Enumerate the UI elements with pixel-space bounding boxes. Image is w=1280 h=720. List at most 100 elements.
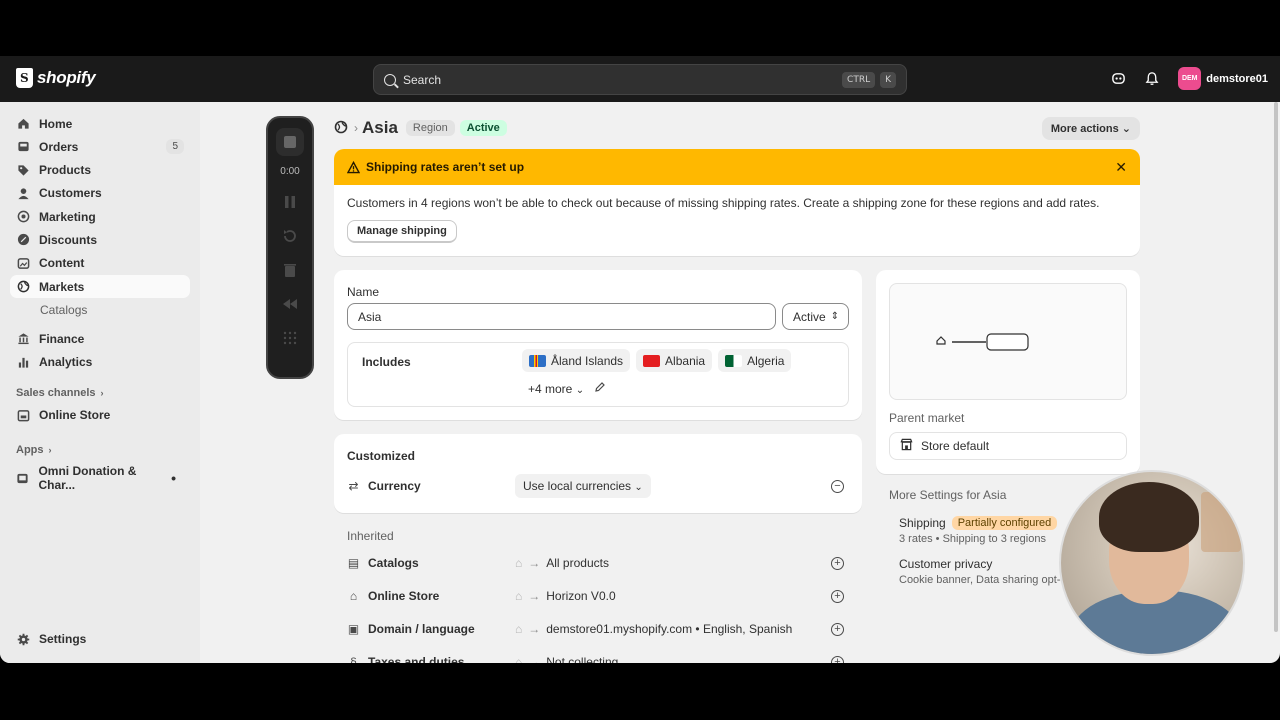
sidebar-item-customers[interactable]: Customers [10, 182, 190, 205]
sidebar-item-home[interactable]: Home [10, 112, 190, 135]
breadcrumb-chevron-icon: › [354, 121, 358, 135]
sidebar-item-label: Online Store [39, 408, 111, 423]
page-title: Asia [362, 118, 398, 137]
account-menu[interactable]: DEM demstore01 [1178, 67, 1268, 90]
bell-icon[interactable] [1144, 71, 1160, 87]
shipping-warning-banner: Shipping rates aren’t set up ✕ Customers… [334, 149, 1140, 256]
search-icon [384, 73, 396, 86]
name-input[interactable]: Asia [347, 303, 776, 330]
inherited-row-domain: ▣ Domain / language ⌂ → demstore01.myshopi… [347, 617, 844, 641]
search-bar[interactable]: Search CTRL K [373, 64, 907, 95]
remove-currency-icon[interactable]: − [831, 479, 844, 493]
store-icon [900, 438, 913, 454]
sidebar-item-label: Home [39, 116, 73, 131]
country-name: Algeria [747, 353, 785, 368]
background-shelf [1201, 492, 1241, 552]
content-icon [16, 256, 30, 270]
country-chip-aland[interactable]: Åland Islands [522, 349, 631, 372]
country-name: Åland Islands [551, 353, 624, 368]
manage-shipping-button[interactable]: Manage shipping [347, 220, 457, 243]
add-override-icon[interactable]: + [831, 589, 844, 603]
includes-label: Includes [362, 355, 411, 369]
sidebar-item-finance[interactable]: Finance [10, 327, 190, 350]
market-hierarchy-diagram [889, 283, 1127, 400]
name-label: Name [347, 285, 380, 299]
restart-button[interactable] [281, 227, 299, 245]
parent-market-label: Parent market [889, 411, 965, 425]
section-label: Apps [16, 443, 44, 456]
country-name: Albania [665, 353, 706, 368]
sidebar-item-label: Customers [39, 186, 102, 201]
main-content: › Asia Region Active More actions ⌄ Ship… [334, 102, 1140, 663]
country-chip-algeria[interactable]: Algeria [718, 349, 792, 372]
stop-recording-button[interactable] [276, 128, 304, 156]
page-header: › Asia Region Active More actions ⌄ [334, 116, 1140, 140]
parent-market-link[interactable]: Store default [889, 432, 1127, 460]
page-scrollbar[interactable] [1274, 102, 1278, 632]
store-icon: ⌂ [515, 556, 523, 570]
chevron-down-icon: ⌄ [575, 384, 585, 396]
add-override-icon[interactable]: + [831, 556, 844, 570]
shortcut-k: K [880, 71, 896, 88]
sidebar-item-markets[interactable]: Markets [10, 275, 190, 299]
app-icon [16, 471, 29, 485]
inherited-row-online-store: ⌂ Online Store ⌂ → Horizon V0.0 + [347, 584, 844, 608]
top-bar: shopify Search CTRL K DEM demstore01 [0, 56, 1280, 102]
chevron-down-icon: ⌄ [1121, 122, 1131, 135]
more-actions-label: More actions [1050, 122, 1119, 135]
trash-icon[interactable] [281, 261, 299, 279]
shopify-bag-icon [16, 68, 33, 88]
markets-globe-icon[interactable] [334, 120, 348, 137]
sidebar-item-discounts[interactable]: Discounts [10, 228, 190, 251]
pause-button[interactable] [281, 193, 299, 211]
sidebar-item-online-store[interactable]: Online Store [10, 404, 190, 427]
brand-name: shopify [37, 68, 96, 87]
pin-dot-icon: • [171, 470, 176, 487]
apps-section[interactable]: Apps › [10, 439, 190, 461]
edit-pencil-icon[interactable] [594, 381, 606, 396]
name-input-value: Asia [358, 309, 382, 324]
sidebar-item-label: Finance [39, 331, 85, 346]
domain-icon: ▣ [347, 622, 360, 636]
more-actions-button[interactable]: More actions ⌄ [1041, 116, 1140, 140]
sidebar-item-label: Discounts [39, 232, 98, 247]
shortcut-ctrl: CTRL [842, 71, 876, 88]
grid-dots-icon[interactable] [281, 329, 299, 347]
select-arrows-icon: ⇕ [830, 311, 840, 322]
sidebar-item-content[interactable]: Content [10, 252, 190, 275]
status-select-value: Active [793, 309, 826, 324]
sales-channels-section[interactable]: Sales channels › [10, 382, 190, 404]
status-select[interactable]: Active ⇕ [782, 303, 849, 330]
sidebar-item-analytics[interactable]: Analytics [10, 351, 190, 374]
search-placeholder: Search [403, 72, 442, 87]
sidebar-item-marketing[interactable]: Marketing [10, 205, 190, 228]
close-icon[interactable]: ✕ [1115, 159, 1127, 176]
rewind-icon[interactable] [281, 295, 299, 313]
privacy-title: Customer privacy [899, 557, 993, 571]
currency-select[interactable]: Use local currencies ⌄ [515, 474, 651, 498]
add-override-icon[interactable]: + [831, 622, 844, 636]
more-countries-toggle[interactable]: +4 more ⌄ [528, 382, 584, 396]
country-chip-albania[interactable]: Albania [636, 349, 713, 372]
arrow-right-icon: → [528, 589, 541, 603]
store-icon: ⌂ [515, 622, 523, 636]
arrow-right-icon: → [528, 622, 541, 636]
sidebar-item-label: Orders [39, 139, 79, 154]
store-name: demstore01 [1206, 72, 1268, 85]
sidebar-subitem-catalogs[interactable]: Catalogs [10, 298, 190, 321]
avatar: DEM [1178, 67, 1202, 90]
sidekick-icon[interactable] [1110, 71, 1126, 87]
currency-row: ⇄ Currency Use local currencies ⌄ − [347, 474, 844, 498]
region-details-card: Name Asia Active ⇕ Includes Åland Islands… [334, 270, 862, 420]
tag-icon [16, 163, 30, 177]
sidebar-item-orders[interactable]: Orders 5 [10, 135, 190, 158]
flag-aland-icon [529, 354, 546, 367]
sidebar-item-settings[interactable]: Settings [10, 628, 190, 651]
sidebar-item-products[interactable]: Products [10, 159, 190, 182]
sidebar-item-omni-donation[interactable]: Omni Donation & Char... • [10, 464, 190, 492]
gear-icon [16, 632, 30, 646]
shopify-logo[interactable]: shopify [16, 68, 96, 88]
add-override-icon[interactable]: + [831, 655, 844, 663]
bar-chart-icon [16, 355, 30, 369]
sidebar: Home Orders 5 Products Customers Marketi… [0, 102, 200, 663]
